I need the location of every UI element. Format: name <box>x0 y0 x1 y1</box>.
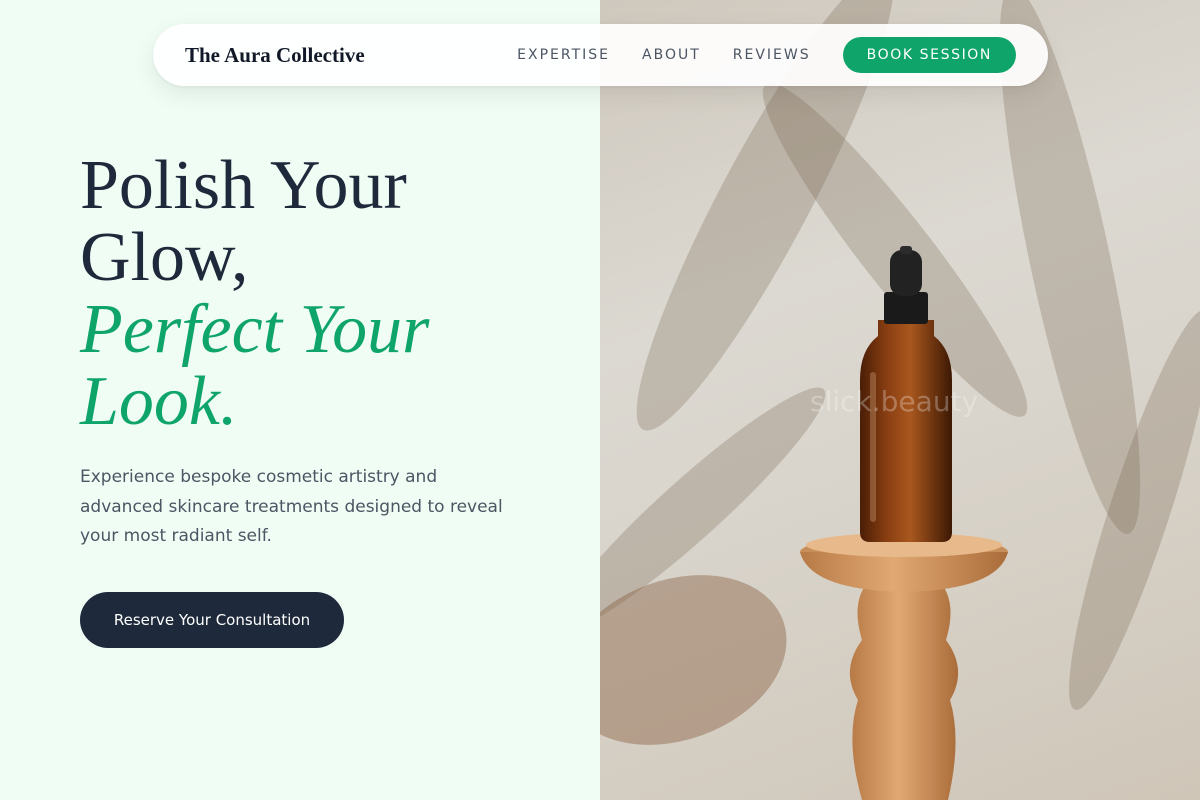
hero-title-accent: Look. <box>80 363 238 440</box>
brand-logo[interactable]: The Aura Collective <box>185 43 365 68</box>
hero-title: Polish Your Glow, Perfect Your Look. <box>80 150 429 438</box>
hero-image: slick.beauty <box>600 0 1200 800</box>
image-watermark: slick.beauty <box>810 385 979 418</box>
hero-subtitle: Experience bespoke cosmetic artistry and… <box>80 467 503 546</box>
nav-link-expertise[interactable]: EXPERTISE <box>517 47 610 63</box>
reserve-consultation-button[interactable]: Reserve Your Consultation <box>80 592 344 648</box>
nav-link-reviews[interactable]: REVIEWS <box>733 47 811 63</box>
nav-link-about[interactable]: ABOUT <box>642 47 701 63</box>
top-navbar: The Aura Collective EXPERTISE ABOUT REVI… <box>153 24 1048 86</box>
hero-title-line: Polish Your <box>80 147 407 224</box>
hero-title-line: Glow, <box>80 219 249 296</box>
hero-title-accent: Perfect Your <box>80 291 430 368</box>
nav-links: EXPERTISE ABOUT REVIEWS BOOK SESSION <box>485 37 1016 73</box>
book-session-button[interactable]: BOOK SESSION <box>842 37 1016 73</box>
